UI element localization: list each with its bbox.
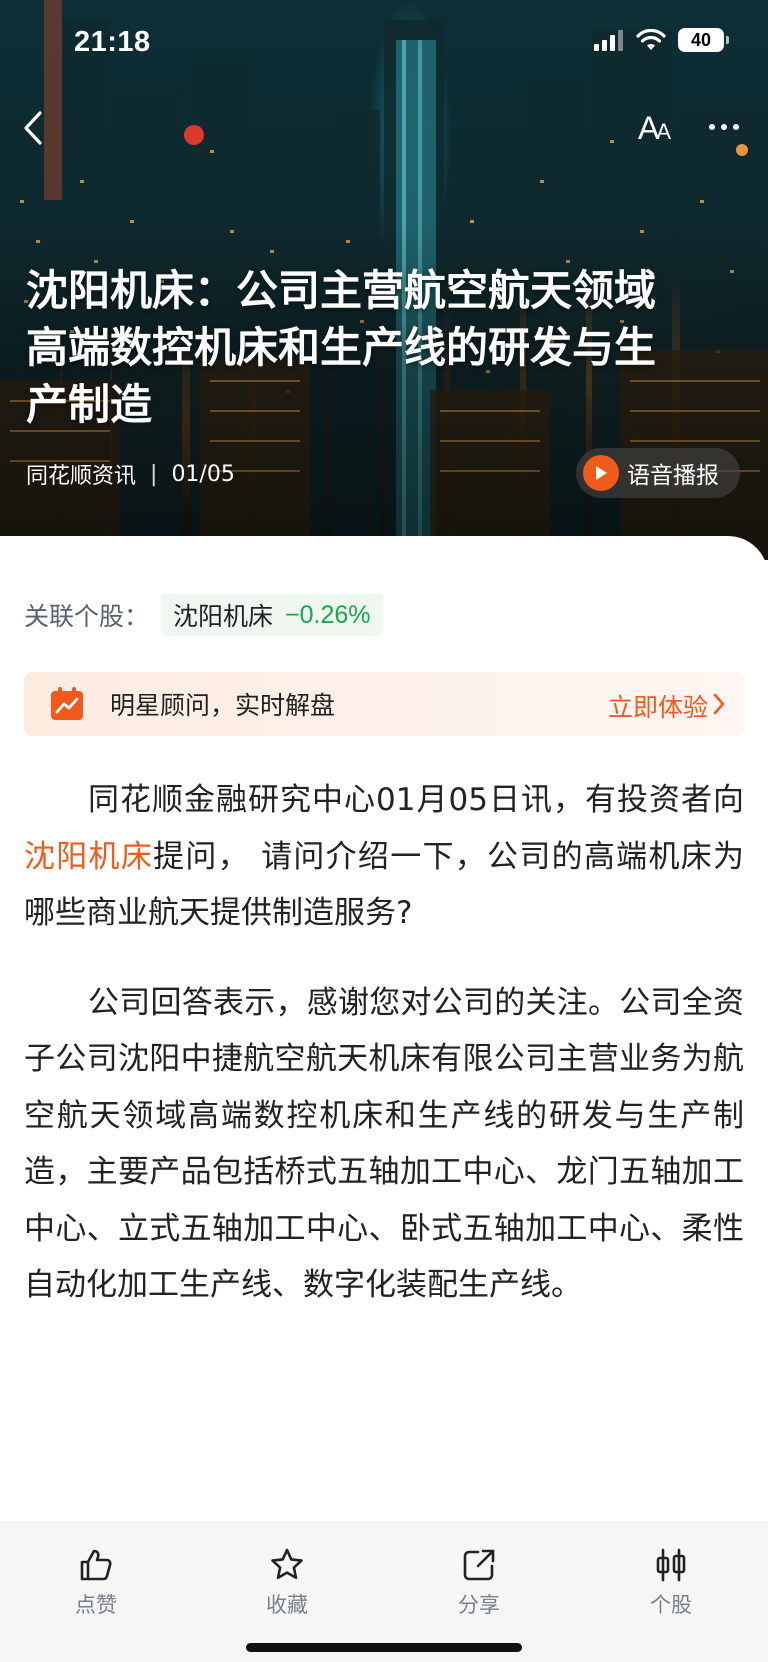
share-button[interactable]: 分享 <box>424 1521 534 1619</box>
wifi-icon <box>636 29 666 50</box>
cellular-signal-icon <box>594 30 623 51</box>
article-source: 同花顺资讯 <box>26 464 137 489</box>
like-label: 点赞 <box>75 1593 117 1617</box>
share-label: 分享 <box>458 1593 500 1617</box>
hero-banner: 21:18 40 AA 沈阳机床：公司主营航空航天领域高端数控机床和生产线的研发… <box>0 0 768 560</box>
meta-separator: | <box>150 461 158 487</box>
voice-broadcast-button[interactable]: 语音播报 <box>576 448 740 498</box>
calendar-chart-icon <box>51 687 83 720</box>
like-button[interactable]: 点赞 <box>41 1521 151 1619</box>
font-size-button[interactable]: AA <box>638 110 671 147</box>
more-options-button[interactable] <box>706 112 742 142</box>
thumbs-up-icon <box>80 1549 112 1581</box>
font-size-icon-small: A <box>656 119 672 144</box>
article-title: 沈阳机床：公司主营航空航天领域高端数控机床和生产线的研发与生产制造 <box>26 266 657 429</box>
star-icon <box>271 1548 303 1580</box>
stock-button[interactable]: 个股 <box>616 1521 726 1619</box>
article-date: 01/05 <box>171 461 235 487</box>
related-stock-label: 关联个股： <box>24 602 150 631</box>
stock-link-shenyang-machine-tool[interactable]: 沈阳机床 <box>24 839 153 875</box>
article-meta: 同花顺资讯 | 01/05 <box>26 458 235 490</box>
article-content: 关联个股： 沈阳机床 −0.26% 明星顾问，实时解盘 立即体验 同花顺金融研究… <box>0 536 768 1521</box>
article-body: 同花顺金融研究中心01月05日讯，有投资者向沈阳机床提问， 请问介绍一下，公司的… <box>24 772 744 1347</box>
play-icon <box>583 455 619 491</box>
status-time: 21:18 <box>74 26 151 58</box>
home-indicator <box>246 1643 522 1652</box>
bottom-action-bar: 点赞 收藏 分享 个股 <box>0 1521 768 1662</box>
article-paragraph-2: 公司回答表示，感谢您对公司的关注。公司全资子公司沈阳中捷航空航天机床有限公司主营… <box>24 984 744 1304</box>
more-dots-icon <box>709 124 739 130</box>
paragraph-1-text-a: 同花顺金融研究中心01月05日讯，有投资者向 <box>88 782 744 818</box>
related-stock-chip[interactable]: 沈阳机床 −0.26% <box>161 594 383 636</box>
battery-indicator: 40 <box>678 28 729 52</box>
status-icons: 40 <box>594 28 729 52</box>
share-icon <box>463 1549 495 1581</box>
favorite-label: 收藏 <box>266 1593 308 1617</box>
stock-chart-icon <box>656 1548 686 1582</box>
promo-banner[interactable]: 明星顾问，实时解盘 立即体验 <box>24 672 744 736</box>
related-stock-row: 关联个股： 沈阳机床 −0.26% <box>24 594 383 636</box>
related-stock-name: 沈阳机床 <box>173 602 274 631</box>
stock-label: 个股 <box>650 1593 692 1617</box>
chevron-right-icon <box>713 693 725 715</box>
favorite-button[interactable]: 收藏 <box>232 1521 342 1619</box>
chevron-left-icon <box>24 111 42 145</box>
back-button[interactable] <box>22 106 56 150</box>
promo-text: 明星顾问，实时解盘 <box>110 691 336 720</box>
voice-broadcast-label: 语音播报 <box>627 463 719 489</box>
promo-cta-label: 立即体验 <box>607 693 708 722</box>
article-paragraph-1: 同花顺金融研究中心01月05日讯，有投资者向沈阳机床提问， 请问介绍一下，公司的… <box>24 772 744 942</box>
related-stock-change: −0.26% <box>285 600 371 629</box>
